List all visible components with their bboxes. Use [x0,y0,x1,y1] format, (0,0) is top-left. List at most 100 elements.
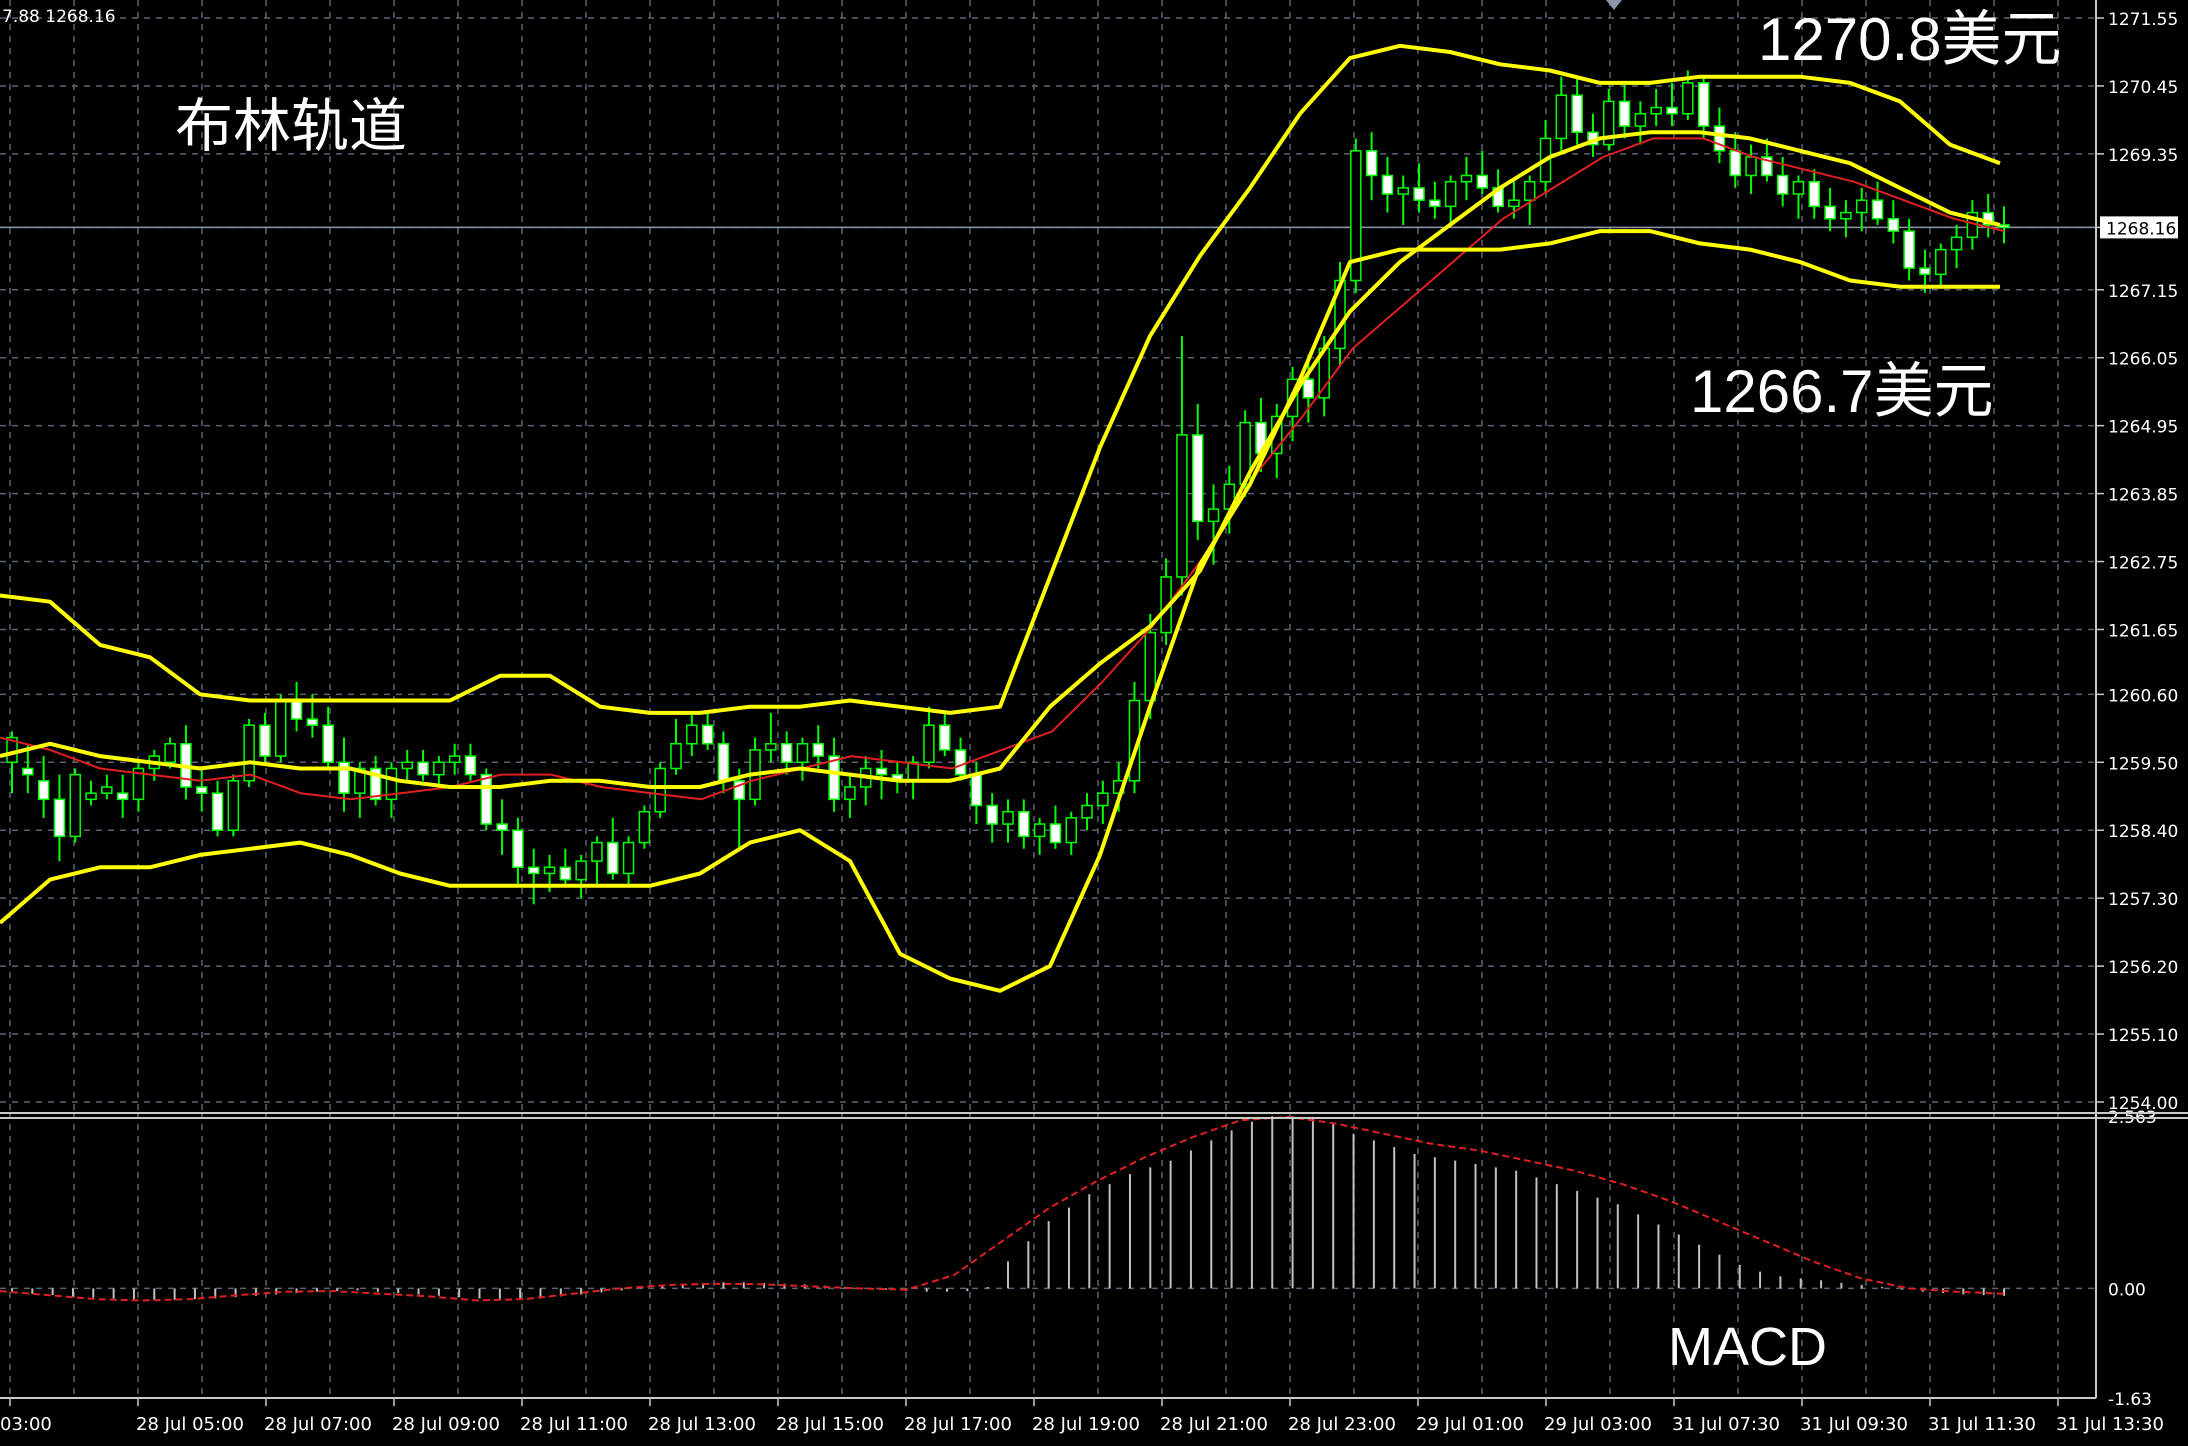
candle-up [1033,823,1046,838]
macd-label: MACD [1668,1317,1827,1377]
candle-up [275,699,287,757]
price-tick-label: 1271.55 [2108,10,2178,30]
bollinger-middle-line [0,130,2001,789]
macd-tick-label: 0.00 [2108,1280,2146,1300]
candle-down [496,823,508,831]
candle-down [717,743,730,782]
time-tick-label: 28 Jul 07:00 [264,1414,372,1435]
macd-axis: 2.5630.00-1.63 [2108,1108,2157,1410]
candle-down [1191,434,1204,523]
candle-down [812,743,825,757]
time-tick-label: 31 Jul 11:30 [1928,1414,2036,1435]
candle-down [116,792,129,801]
candle-down [607,841,619,875]
candle-up [670,743,682,770]
candle-up [1176,434,1188,578]
current-price-label: 1268.16 [2106,219,2176,239]
candle-up [1097,792,1109,807]
candle-up [227,780,240,831]
candle-up [638,810,651,844]
time-tick-label: 29 Jul 01:00 [1416,1414,1524,1435]
candle-down [1365,150,1378,177]
time-tick-label: 29 Jul 03:00 [1544,1414,1652,1435]
bollinger-bands [0,43,2005,993]
time-tick-label: 28 Jul 09:00 [392,1414,500,1435]
candle-down [939,724,951,751]
candle-up [796,743,809,764]
candle-down [970,773,983,807]
candle-up [1460,174,1473,183]
candle-down [559,866,572,881]
time-tick-label: 28 Jul 17:00 [904,1414,1012,1435]
candle-down [1871,199,1884,220]
price-tick-label: 1256.20 [2108,958,2178,978]
price-tick-label: 1266.05 [2108,350,2178,370]
price-tick-label: 1260.60 [2108,686,2178,706]
time-tick-label: 28 Jul 05:00 [136,1414,244,1435]
candle-up [433,761,445,776]
price-tick-label: 1257.30 [2108,890,2178,910]
candle-up [1081,804,1093,819]
candle-down [512,829,524,869]
candle-up [69,773,81,838]
ohlc-readout: 7.88 1268.16 [2,7,116,27]
candle-down [875,767,888,776]
candle-down [211,792,224,831]
price-tick-label: 1255.10 [2108,1026,2178,1046]
candle-up [1745,156,1757,177]
candle-up [1935,248,1947,276]
candle-down [53,798,66,838]
time-tick-label: 03:00 [0,1414,52,1435]
shift-marker [1606,0,1622,10]
price-tick-label: 1259.50 [2108,754,2178,774]
candle-down [1887,217,1900,232]
candle-down [1302,378,1315,399]
candle-down [1429,199,1441,208]
candle-down [1018,810,1030,838]
candle-down [1381,174,1394,195]
candle-down [417,761,429,776]
candle-down [1919,267,1931,276]
candle-down [22,767,34,776]
candle-down [322,724,334,764]
time-tick-label: 31 Jul 09:30 [1800,1414,1908,1435]
candle-up [1508,199,1520,208]
price-tick-label: 1258.40 [2108,822,2178,842]
candle-up [1855,199,1868,214]
candle-down [1776,174,1789,195]
candle-down [828,755,840,801]
candle-up [622,841,635,875]
price-tick-label: 1264.95 [2108,418,2178,438]
candle-down [1618,100,1631,127]
candle-up [1397,187,1409,195]
candle-down [1713,125,1726,152]
candle-up [1444,180,1457,208]
price-tick-label: 1263.85 [2108,486,2178,506]
candle-up [401,761,413,770]
candle-up [1792,180,1805,195]
candle-up [844,786,856,801]
candle-up [101,786,113,794]
candle-down [701,724,714,745]
candle-up [1650,106,1662,115]
candle-down [1729,150,1741,177]
candle-up [543,866,556,875]
price-tick-label: 1267.15 [2108,282,2178,302]
time-tick-label: 28 Jul 11:00 [520,1414,628,1435]
candle-down [1697,82,1710,127]
candle-down [1808,180,1821,208]
time-tick-label: 28 Jul 13:00 [648,1414,756,1435]
candle-down [1413,187,1425,201]
candle-down [1666,106,1678,115]
time-tick-label: 28 Jul 23:00 [1288,1414,1396,1435]
candle-down [290,699,303,720]
macd-tick-label: -1.63 [2108,1390,2152,1410]
price-tick-label: 1262.75 [2108,554,2178,574]
time-tick-label: 28 Jul 19:00 [1032,1414,1140,1435]
candle-up [1840,211,1852,220]
candle-up [85,792,97,801]
candle-up [686,724,698,745]
time-tick-label: 28 Jul 21:00 [1160,1414,1268,1435]
candle-up [591,841,603,862]
indicator-title: 布林轨道 [175,94,408,159]
